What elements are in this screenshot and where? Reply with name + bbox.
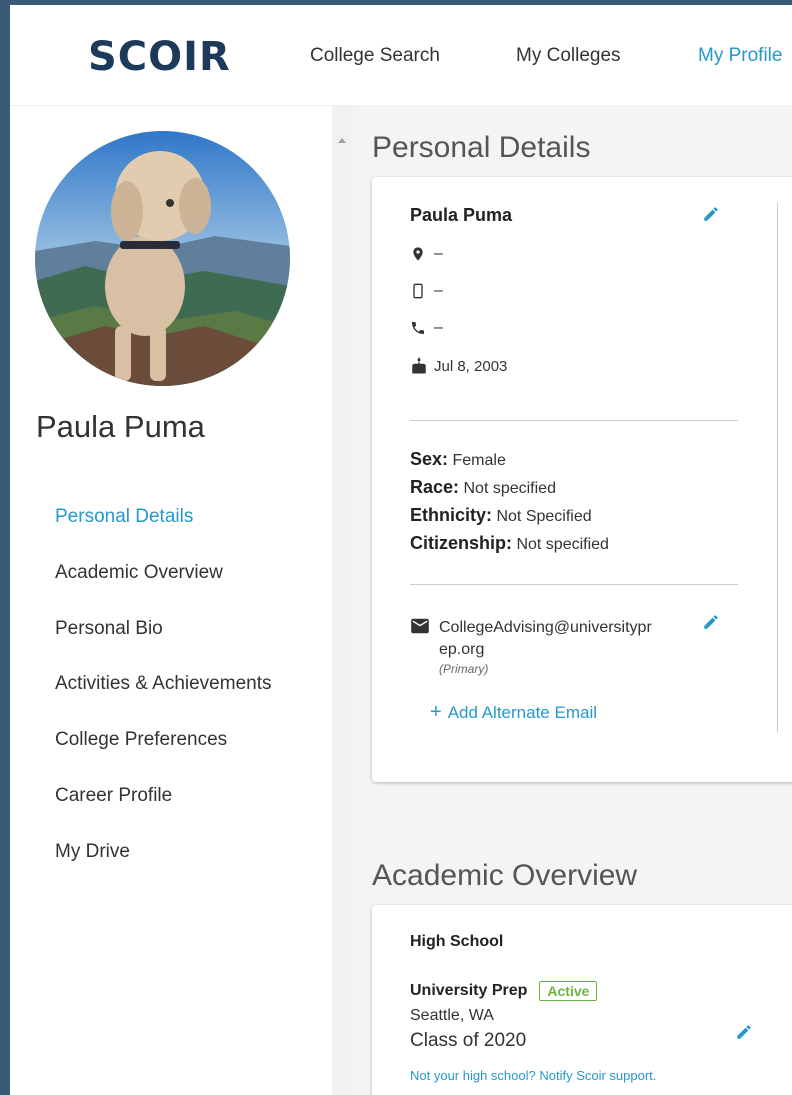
sidebar-item-my-drive[interactable]: My Drive <box>55 841 130 863</box>
nav-my-profile[interactable]: My Profile <box>698 45 782 67</box>
dog-photo <box>35 131 290 386</box>
ethnicity-value: Not Specified <box>496 508 592 525</box>
top-nav: SCOIR College Search My Colleges My Prof… <box>10 5 792 105</box>
school-name: University Prep <box>410 982 528 999</box>
phone-value: – <box>434 319 443 336</box>
email-line-2: ep.org <box>439 641 485 658</box>
app-frame: SCOIR College Search My Colleges My Prof… <box>10 5 792 1095</box>
sidebar-item-personal-details[interactable]: Personal Details <box>55 506 193 528</box>
sex-label: Sex: <box>410 449 449 469</box>
phone-row: – <box>410 319 443 337</box>
plus-icon: + <box>430 701 442 723</box>
main-content: Personal Details Paula Puma – – – Jul 8,… <box>353 105 792 1095</box>
scroll-up-arrow-icon[interactable] <box>338 138 346 143</box>
race-label: Race: <box>410 477 460 497</box>
notify-support-link[interactable]: Not your high school? Notify Scoir suppo… <box>410 1068 656 1083</box>
edit-school-pencil-icon[interactable] <box>735 1023 753 1041</box>
sex-value: Female <box>452 452 506 469</box>
personal-details-card: Paula Puma – – – Jul 8, 2003 Sex: Female… <box>372 177 792 782</box>
sidebar-item-personal-bio[interactable]: Personal Bio <box>55 618 163 640</box>
mobile-row: – <box>410 282 443 300</box>
birthday-value: Jul 8, 2003 <box>434 357 508 375</box>
email-primary-tag: (Primary) <box>439 662 489 676</box>
race-row: Race: Not specified <box>410 477 556 498</box>
mobile-value: – <box>434 282 443 299</box>
add-alternate-email-link[interactable]: + Add Alternate Email <box>430 701 597 724</box>
citizenship-label: Citizenship: <box>410 533 512 553</box>
ethnicity-row: Ethnicity: Not Specified <box>410 505 592 526</box>
high-school-heading: High School <box>410 933 504 950</box>
scoir-logo[interactable]: SCOIR <box>88 34 231 80</box>
email-envelope-icon <box>411 618 429 634</box>
citizenship-row: Citizenship: Not specified <box>410 533 609 554</box>
sidebar-item-activities[interactable]: Activities & Achievements <box>55 673 271 695</box>
mobile-phone-icon <box>413 283 423 299</box>
avatar[interactable] <box>35 131 290 386</box>
location-pin-icon <box>413 247 423 261</box>
academic-overview-title: Academic Overview <box>372 859 638 892</box>
phone-icon <box>412 322 424 334</box>
vertical-divider <box>777 202 778 732</box>
location-row: – <box>410 245 443 263</box>
active-status-badge: Active <box>539 981 598 1001</box>
birthday-row: Jul 8, 2003 <box>410 357 507 375</box>
sidebar-item-college-preferences[interactable]: College Preferences <box>55 729 227 751</box>
class-year: Class of 2020 <box>410 1030 527 1051</box>
school-city: Seattle, WA <box>410 1007 494 1024</box>
profile-name: Paula Puma <box>36 409 205 444</box>
email-line-1: CollegeAdvising@universitypr <box>439 619 652 636</box>
edit-email-pencil-icon[interactable] <box>702 613 720 631</box>
student-name: Paula Puma <box>410 205 513 225</box>
sidebar-item-academic-overview[interactable]: Academic Overview <box>55 562 223 584</box>
nav-my-colleges[interactable]: My Colleges <box>516 45 621 67</box>
primary-email: CollegeAdvising@universitypr ep.org (Pri… <box>439 617 652 677</box>
sidebar-item-career-profile[interactable]: Career Profile <box>55 785 172 807</box>
profile-sidebar: Paula Puma Personal Details Academic Ove… <box>10 105 332 1095</box>
race-value: Not specified <box>463 480 556 497</box>
add-alternate-email-label: Add Alternate Email <box>447 703 597 722</box>
academic-overview-card: High School University Prep Active Seatt… <box>372 905 792 1095</box>
birthday-cake-icon <box>412 357 426 374</box>
citizenship-value: Not specified <box>516 536 609 553</box>
sex-row: Sex: Female <box>410 449 506 470</box>
scrollbar[interactable] <box>332 105 353 1095</box>
edit-personal-pencil-icon[interactable] <box>702 205 720 223</box>
personal-details-title: Personal Details <box>372 131 591 164</box>
nav-college-search[interactable]: College Search <box>310 45 440 67</box>
divider <box>410 584 738 585</box>
location-value: – <box>434 245 443 262</box>
school-row: University Prep Active <box>410 981 598 1001</box>
ethnicity-label: Ethnicity: <box>410 505 493 525</box>
divider <box>410 420 738 421</box>
